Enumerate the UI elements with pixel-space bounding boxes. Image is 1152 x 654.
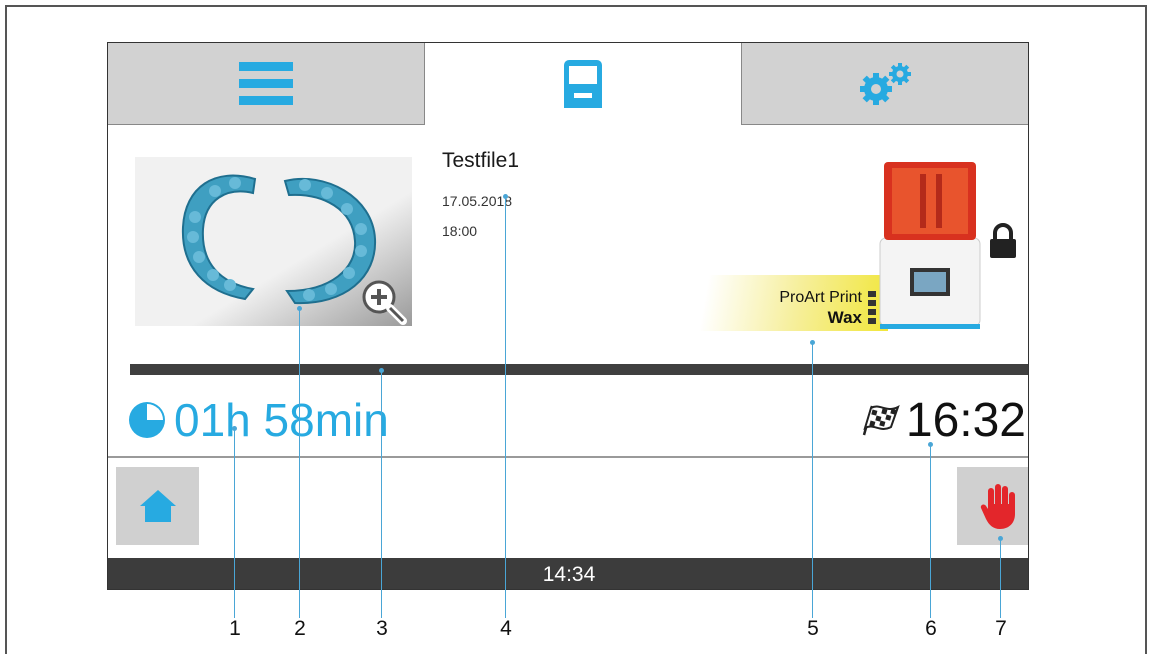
callout-line-7 xyxy=(1000,538,1001,618)
stop-button[interactable] xyxy=(957,467,1028,545)
model-thumbnail[interactable] xyxy=(135,157,412,326)
remaining-time: 01h 58min xyxy=(128,393,389,447)
callout-line-5 xyxy=(812,342,813,618)
gears-icon xyxy=(860,62,911,105)
status-bar: 14:34 xyxy=(108,558,1028,589)
callout-dot-6 xyxy=(928,442,933,447)
callout-line-3 xyxy=(381,370,382,618)
callout-number-4: 4 xyxy=(500,617,512,640)
remaining-time-value: 01h 58min xyxy=(174,394,389,446)
callout-number-7: 7 xyxy=(995,617,1007,640)
callout-number-6: 6 xyxy=(925,617,937,640)
callout-line-2 xyxy=(299,308,300,618)
material-brand: ProArt Print xyxy=(779,289,862,306)
callout-dot-4 xyxy=(503,194,508,199)
printer-icon xyxy=(564,60,602,108)
checkered-flag-icon xyxy=(862,405,900,436)
callout-dot-1 xyxy=(232,426,237,431)
callout-line-4 xyxy=(505,196,506,618)
system-clock: 14:34 xyxy=(542,562,596,586)
callout-number-1: 1 xyxy=(229,617,241,640)
divider xyxy=(108,456,1028,458)
file-name: Testfile1 xyxy=(442,149,520,172)
printer-device-image xyxy=(879,162,981,329)
progress-fill xyxy=(130,364,1028,375)
material-type: Wax xyxy=(827,308,862,327)
tab-menu[interactable] xyxy=(108,43,424,125)
home-button[interactable] xyxy=(116,467,199,545)
tab-bar xyxy=(108,43,1028,125)
tab-printer[interactable] xyxy=(424,43,742,125)
callout-dot-7 xyxy=(998,536,1003,541)
hand-stop-icon xyxy=(980,484,1015,529)
pie-clock-icon xyxy=(129,402,165,438)
zoom-in-icon[interactable] xyxy=(361,279,407,325)
finish-time-value: 16:32 xyxy=(905,393,1026,447)
hamburger-menu-icon xyxy=(239,61,293,105)
callout-line-1 xyxy=(234,428,235,618)
file-date: 17.05.2018 xyxy=(442,193,513,209)
callout-dot-2 xyxy=(297,306,302,311)
home-icon xyxy=(139,490,176,522)
progress-bar xyxy=(130,364,1028,375)
file-time: 18:00 xyxy=(442,223,478,239)
finish-time: 16:32 xyxy=(858,393,1026,447)
lock-icon xyxy=(990,223,1016,258)
printer-display: Testfile1 17.05.2018 18:00 ProArt Print … xyxy=(107,42,1029,590)
callout-dot-5 xyxy=(810,340,815,345)
callout-number-2: 2 xyxy=(294,617,306,640)
callout-number-5: 5 xyxy=(807,617,819,640)
callout-line-6 xyxy=(930,444,931,618)
callout-dot-3 xyxy=(379,368,384,373)
callout-number-3: 3 xyxy=(376,617,388,640)
tab-settings[interactable] xyxy=(742,43,1028,125)
material-indicator: ProArt Print Wax xyxy=(683,275,888,331)
